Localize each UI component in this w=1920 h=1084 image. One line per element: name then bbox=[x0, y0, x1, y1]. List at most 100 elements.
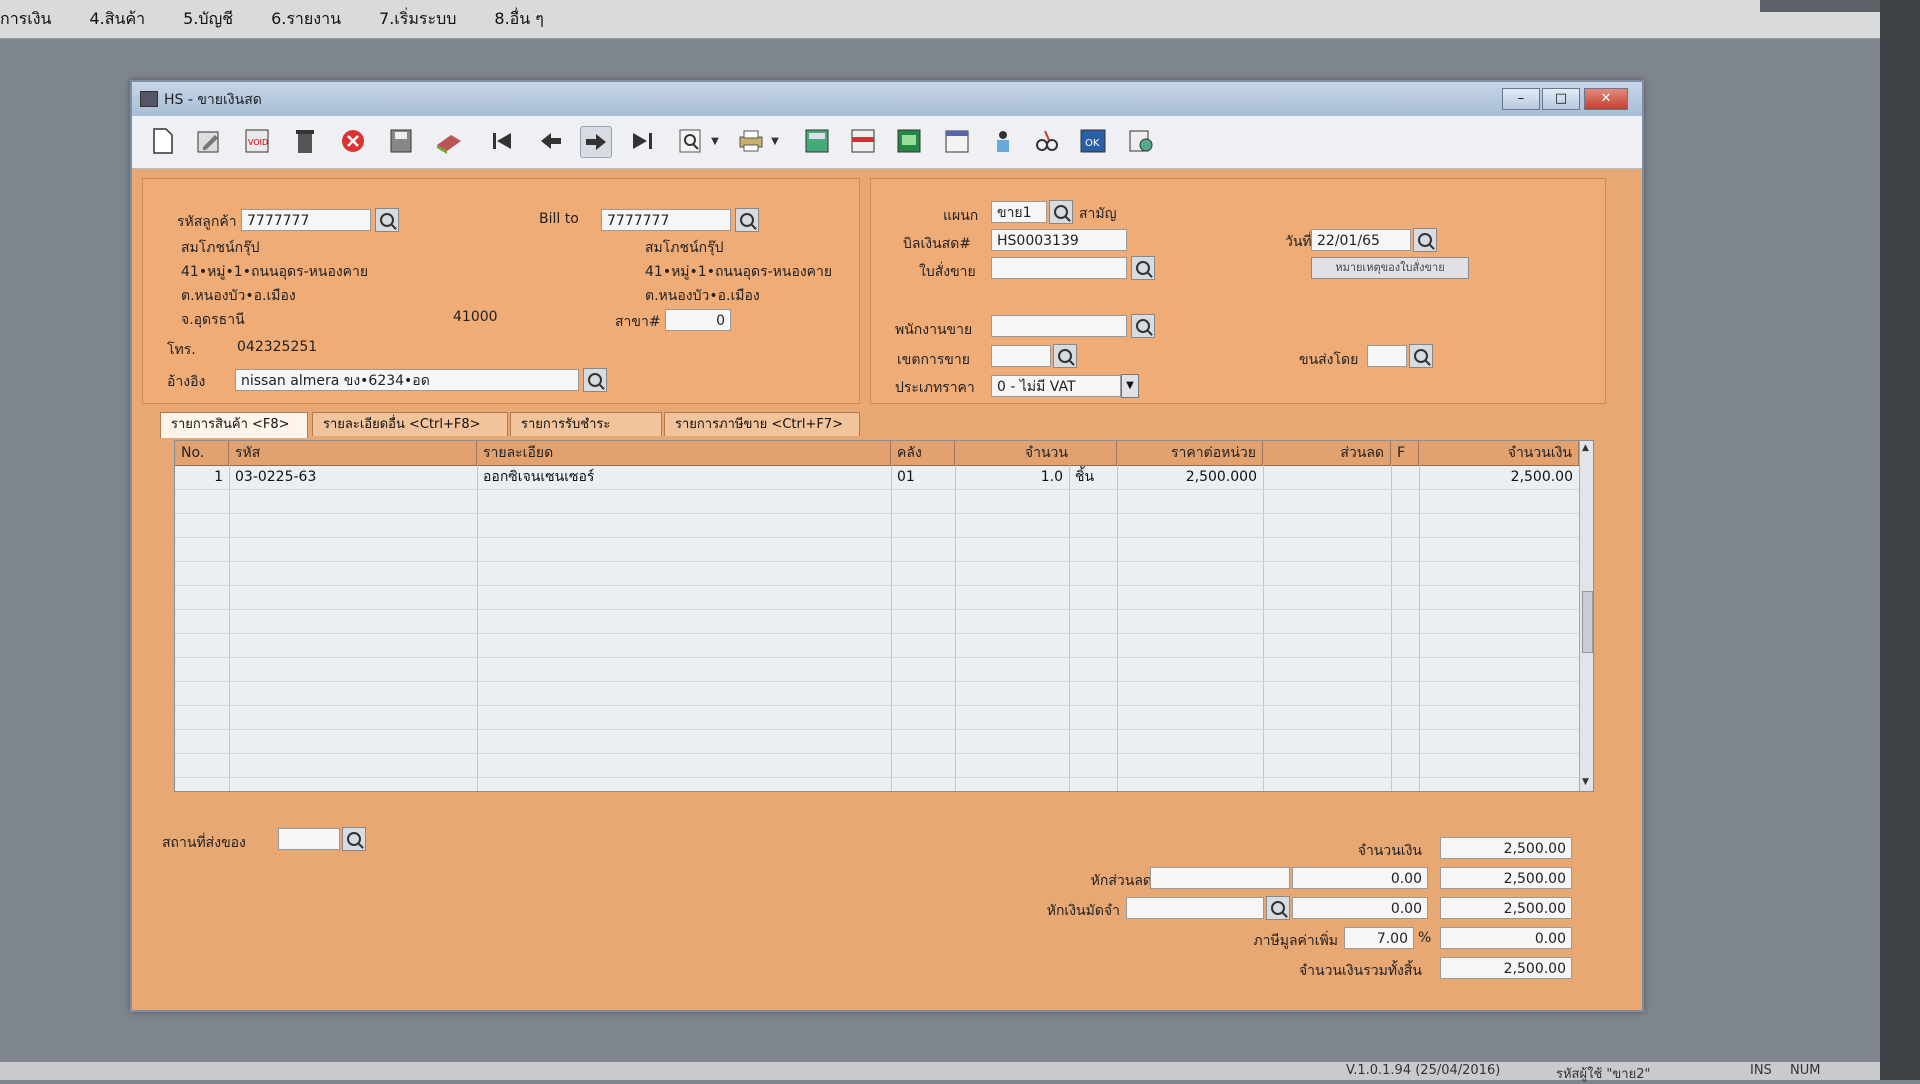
date-field[interactable]: 22/01/65 bbox=[1311, 229, 1411, 251]
price-type-select[interactable]: 0 - ไม่มี VAT bbox=[991, 375, 1121, 397]
book-icon[interactable] bbox=[434, 126, 464, 156]
order-note-button[interactable]: หมายเหตุของใบสั่งขาย bbox=[1311, 257, 1469, 279]
tab-items[interactable]: รายการสินค้า <F8> bbox=[160, 412, 308, 438]
cash-icon[interactable] bbox=[894, 126, 924, 156]
col-flag[interactable]: F bbox=[1391, 441, 1419, 465]
chevron-down-icon[interactable]: ▼ bbox=[1121, 374, 1139, 398]
grid-scrollbar[interactable]: ▲ ▼ bbox=[1579, 441, 1593, 791]
deposit-lookup-button[interactable] bbox=[1266, 896, 1290, 920]
search-dropdown-icon[interactable]: ▼ bbox=[708, 126, 722, 156]
sales-area-lookup-button[interactable] bbox=[1053, 344, 1077, 368]
ok-icon[interactable]: OK bbox=[1078, 126, 1108, 156]
delete-icon[interactable] bbox=[290, 126, 320, 156]
toolbar: VOID ▼ ▼ OK bbox=[132, 116, 1642, 169]
maximize-button[interactable]: □ bbox=[1542, 88, 1580, 110]
minimize-button[interactable]: – bbox=[1502, 88, 1540, 110]
table-row[interactable]: 1 03-0225-63 ออกซิเจนเซนเซอร์ 01 1.0 ชิ้… bbox=[175, 465, 1579, 489]
magnifier-icon bbox=[1414, 349, 1428, 363]
row-quantity: 1.0 bbox=[1040, 469, 1063, 485]
edit-icon[interactable] bbox=[194, 126, 224, 156]
bill-number-field[interactable]: HS0003139 bbox=[991, 229, 1127, 251]
magnifier-icon bbox=[1418, 233, 1432, 247]
sales-order-lookup-button[interactable] bbox=[1131, 256, 1155, 280]
report-icon[interactable] bbox=[848, 126, 878, 156]
col-amount[interactable]: จำนวนเงิน bbox=[1419, 441, 1579, 465]
billto-field[interactable]: 7777777 bbox=[601, 209, 731, 231]
prev-record-icon[interactable] bbox=[536, 126, 566, 156]
salesperson-field[interactable] bbox=[991, 315, 1127, 337]
window-titlebar[interactable]: HS - ขายเงินสด – □ ✕ bbox=[132, 82, 1642, 116]
link-icon[interactable] bbox=[1032, 126, 1062, 156]
calc-icon[interactable] bbox=[802, 126, 832, 156]
reference-label: อ้างอิง bbox=[167, 374, 206, 390]
billto-lookup-button[interactable] bbox=[735, 208, 759, 232]
scroll-up-icon[interactable]: ▲ bbox=[1582, 443, 1589, 453]
last-record-icon[interactable] bbox=[628, 126, 658, 156]
reference-lookup-button[interactable] bbox=[583, 368, 607, 392]
deposit-value-field[interactable]: 0.00 bbox=[1292, 897, 1428, 919]
row-code: 03-0225-63 bbox=[235, 469, 317, 485]
branch-field[interactable]: 0 bbox=[665, 309, 731, 331]
vat-rate-field[interactable]: 7.00 bbox=[1344, 927, 1414, 949]
menu-products[interactable]: 4.สินค้า bbox=[89, 7, 145, 32]
col-quantity[interactable]: จำนวน bbox=[955, 441, 1117, 465]
col-description[interactable]: รายละเอียด bbox=[477, 441, 891, 465]
scroll-thumb[interactable] bbox=[1582, 591, 1593, 653]
next-record-icon[interactable] bbox=[580, 126, 612, 158]
discount-text-field[interactable] bbox=[1150, 867, 1290, 889]
shipping-lookup-button[interactable] bbox=[1409, 344, 1433, 368]
save-icon[interactable] bbox=[386, 126, 416, 156]
deposit-text-field[interactable] bbox=[1126, 897, 1264, 919]
col-discount[interactable]: ส่วนลด bbox=[1263, 441, 1391, 465]
menu-others[interactable]: 8.อื่น ๆ bbox=[494, 7, 544, 32]
scroll-down-icon[interactable]: ▼ bbox=[1582, 777, 1589, 787]
tab-sales-tax[interactable]: รายการภาษีขาย <Ctrl+F7> bbox=[664, 412, 860, 436]
search-icon[interactable] bbox=[676, 126, 706, 156]
printer-icon[interactable] bbox=[736, 126, 766, 156]
user-text: รหัสผู้ใช้ "ขาย2" bbox=[1556, 1067, 1651, 1082]
items-grid[interactable]: No. รหัส รายละเอียด คลัง จำนวน ราคาต่อหน… bbox=[174, 440, 1594, 792]
col-code[interactable]: รหัส bbox=[229, 441, 477, 465]
department-field[interactable]: ขาย1 bbox=[991, 201, 1047, 223]
menu-finance[interactable]: การเงิน bbox=[0, 7, 51, 32]
shipping-field[interactable] bbox=[1367, 345, 1407, 367]
sales-area-field[interactable] bbox=[991, 345, 1051, 367]
sales-order-field[interactable] bbox=[991, 257, 1127, 279]
date-label: วันที่ bbox=[1285, 234, 1312, 250]
menu-accounts[interactable]: 5.บัญชี bbox=[183, 7, 233, 32]
gear-icon[interactable] bbox=[1126, 126, 1156, 156]
void-icon[interactable]: VOID bbox=[242, 126, 272, 156]
close-button[interactable]: ✕ bbox=[1584, 88, 1628, 110]
salesperson-lookup-button[interactable] bbox=[1131, 314, 1155, 338]
screen-edge bbox=[1760, 0, 1880, 12]
customer-zip: 41000 bbox=[453, 309, 498, 325]
grid-row-line bbox=[175, 561, 1579, 562]
cancel-icon[interactable] bbox=[338, 126, 368, 156]
grand-total-value: 2,500.00 bbox=[1440, 957, 1572, 979]
col-unit-price[interactable]: ราคาต่อหน่วย bbox=[1117, 441, 1263, 465]
tab-other-details[interactable]: รายละเอียดอื่น <Ctrl+F8> bbox=[312, 412, 508, 436]
grand-total-label: จำนวนเงินรวมทั้งสิ้น bbox=[1298, 963, 1422, 979]
delivery-place-field[interactable] bbox=[278, 828, 340, 850]
customer-code-field[interactable]: 7777777 bbox=[241, 209, 371, 231]
discount-value-field[interactable]: 0.00 bbox=[1292, 867, 1428, 889]
first-record-icon[interactable] bbox=[488, 126, 518, 156]
new-doc-icon[interactable] bbox=[148, 126, 178, 156]
customer-lookup-button[interactable] bbox=[375, 208, 399, 232]
row-no: 1 bbox=[214, 469, 223, 485]
menu-reports[interactable]: 6.รายงาน bbox=[271, 7, 341, 32]
amount-label: จำนวนเงิน bbox=[1357, 843, 1422, 859]
menu-setup[interactable]: 7.เริ่มระบบ bbox=[379, 7, 456, 32]
reference-field[interactable]: nissan almera ขง•6234•อด bbox=[235, 369, 579, 391]
grid-row-line bbox=[175, 681, 1579, 682]
date-lookup-button[interactable] bbox=[1413, 228, 1437, 252]
approve-icon[interactable] bbox=[988, 126, 1018, 156]
col-no[interactable]: No. bbox=[175, 441, 229, 465]
printer-dropdown-icon[interactable]: ▼ bbox=[768, 126, 782, 156]
calendar-icon[interactable] bbox=[942, 126, 972, 156]
delivery-lookup-button[interactable] bbox=[342, 827, 366, 851]
grid-row-line bbox=[175, 633, 1579, 634]
department-lookup-button[interactable] bbox=[1049, 200, 1073, 224]
col-warehouse[interactable]: คลัง bbox=[891, 441, 955, 465]
tab-payments[interactable]: รายการรับชำระ <F7> bbox=[510, 412, 662, 456]
